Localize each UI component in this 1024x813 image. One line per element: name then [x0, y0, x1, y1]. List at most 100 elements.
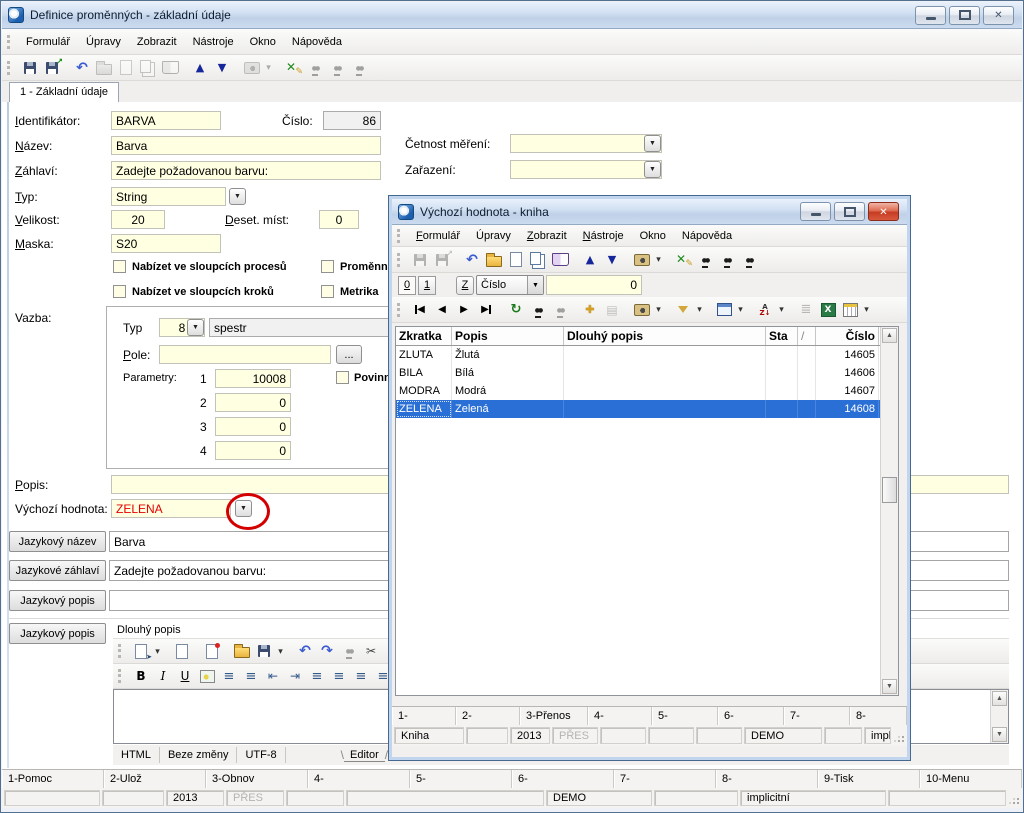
- editor-scroll-down-icon[interactable]: ▼: [992, 727, 1007, 742]
- grid-find-next-icon[interactable]: [550, 300, 570, 320]
- checkbox-metrika[interactable]: [321, 285, 334, 298]
- identifikator-field[interactable]: BARVA: [111, 111, 221, 130]
- fkey-6[interactable]: 6-: [512, 770, 614, 788]
- cell-dlouhy[interactable]: [564, 382, 766, 400]
- dialog-snapshot-icon[interactable]: [632, 250, 652, 270]
- move-down-icon[interactable]: [212, 58, 232, 78]
- filter-tab-0[interactable]: 0: [398, 276, 416, 295]
- dialog-find-icon[interactable]: [695, 250, 715, 270]
- tab-zakladni-udaje[interactable]: 1 - Základní údaje: [9, 82, 119, 103]
- fkey-2[interactable]: 2-Ulož: [104, 770, 206, 788]
- fkey-8[interactable]: 8-: [716, 770, 818, 788]
- dialog-titlebar[interactable]: Výchozí hodnota - kniha: [392, 199, 907, 225]
- numbered-list-icon[interactable]: [219, 666, 239, 686]
- grid-find-icon[interactable]: [528, 300, 548, 320]
- excel-export-icon[interactable]: [818, 300, 838, 320]
- editor-redo-icon[interactable]: [317, 641, 337, 661]
- dialog-find-previous-icon[interactable]: [739, 250, 759, 270]
- add-record-icon[interactable]: [580, 300, 600, 320]
- menu-upravy[interactable]: Úpravy: [78, 33, 129, 51]
- dialog-new-icon[interactable]: [506, 250, 526, 270]
- maska-field[interactable]: S20: [111, 234, 221, 253]
- sort-az-icon[interactable]: [755, 300, 775, 320]
- cell-zkratka[interactable]: ZELENA: [396, 400, 452, 418]
- book-icon[interactable]: [160, 58, 180, 78]
- dialog-move-down-icon[interactable]: [602, 250, 622, 270]
- outdent-icon[interactable]: [263, 666, 283, 686]
- menu-napoveda[interactable]: Nápověda: [284, 33, 350, 51]
- editor-new-icon[interactable]: [172, 641, 192, 661]
- filter-funnel-icon[interactable]: [673, 300, 693, 320]
- dialog-copy-icon[interactable]: [528, 250, 548, 270]
- list-icon[interactable]: [796, 300, 816, 320]
- cell-sort[interactable]: [798, 400, 816, 418]
- typ-dropdown-button[interactable]: [229, 188, 246, 205]
- header-cislo[interactable]: Číslo: [816, 327, 879, 345]
- fkey-4[interactable]: 4-: [308, 770, 410, 788]
- cell-popis[interactable]: Modrá: [452, 382, 564, 400]
- fkey-7[interactable]: 7-: [614, 770, 716, 788]
- dialog-menu-okno[interactable]: Okno: [632, 227, 674, 245]
- dialog-fkey-5[interactable]: 5-: [652, 707, 718, 725]
- nazev-field[interactable]: Barva: [111, 136, 381, 155]
- cell-popis[interactable]: Zelená: [452, 400, 564, 418]
- main-titlebar[interactable]: Definice proměnných - základní údaje: [2, 2, 1022, 29]
- editor-find-icon[interactable]: [339, 641, 359, 661]
- find-icon[interactable]: [305, 58, 325, 78]
- table-row[interactable]: ZLUTA Žlutá 14605: [396, 346, 898, 364]
- next-record-icon[interactable]: ▶: [454, 300, 474, 320]
- dialog-save-icon[interactable]: [410, 250, 430, 270]
- editor-tab[interactable]: \ Editor /: [341, 748, 388, 762]
- cell-cislo[interactable]: 14606: [816, 364, 879, 382]
- jazykovy-nazev-button[interactable]: Jazykový název: [9, 531, 106, 552]
- snapshot-dropdown-icon[interactable]: [264, 62, 273, 73]
- checkbox-sloupce-kroku[interactable]: [113, 285, 126, 298]
- checkbox-sloupce-procesu[interactable]: [113, 260, 126, 273]
- vychozi-hodnota-field[interactable]: ZELENA: [111, 499, 231, 518]
- menu-zobrazit[interactable]: Zobrazit: [129, 33, 185, 51]
- dialog-move-up-icon[interactable]: [580, 250, 600, 270]
- copy-icon[interactable]: [138, 58, 158, 78]
- dialog-menu-zobrazit[interactable]: Zobrazit: [519, 227, 575, 245]
- previous-record-icon[interactable]: ◀: [432, 300, 452, 320]
- cell-zkratka[interactable]: MODRA: [396, 382, 452, 400]
- param-1-field[interactable]: 10008: [215, 369, 291, 388]
- dialog-book-icon[interactable]: [550, 250, 570, 270]
- jazykovy-dlouhy-popis-button[interactable]: Jazykový popis: [9, 623, 106, 644]
- fkey-9[interactable]: 9-Tisk: [818, 770, 920, 788]
- find-previous-icon[interactable]: [349, 58, 369, 78]
- editor-undo-icon[interactable]: [295, 641, 315, 661]
- first-record-icon[interactable]: ◀: [410, 300, 430, 320]
- cetnost-field[interactable]: [510, 134, 662, 153]
- header-sta[interactable]: Sta: [766, 327, 798, 345]
- cell-sort[interactable]: [798, 364, 816, 382]
- cell-sta[interactable]: [766, 364, 798, 382]
- align-left-icon[interactable]: [307, 666, 327, 686]
- dialog-fkey-3[interactable]: 3-Přenos: [520, 707, 588, 725]
- dialog-fkey-6[interactable]: 6-: [718, 707, 784, 725]
- velikost-field[interactable]: 20: [111, 210, 165, 229]
- cell-cislo[interactable]: 14607: [816, 382, 879, 400]
- param-3-field[interactable]: 0: [215, 417, 291, 436]
- cell-zkratka[interactable]: ZLUTA: [396, 346, 452, 364]
- refresh-icon[interactable]: [506, 300, 526, 320]
- dialog-close-button[interactable]: [868, 202, 899, 221]
- table-row[interactable]: MODRA Modrá 14607: [396, 382, 898, 400]
- vazba-typ-dropdown-button[interactable]: [187, 319, 204, 336]
- indent-icon[interactable]: [285, 666, 305, 686]
- header-dlouhy-popis[interactable]: Dlouhý popis: [564, 327, 766, 345]
- filter-combo-dropdown-icon[interactable]: [527, 276, 543, 294]
- dialog-find-next-icon[interactable]: [717, 250, 737, 270]
- italic-icon[interactable]: [153, 666, 173, 686]
- deset-mist-field[interactable]: 0: [319, 210, 359, 229]
- dialog-fkey-7[interactable]: 7-: [784, 707, 850, 725]
- table-row[interactable]: BILA Bílá 14606: [396, 364, 898, 382]
- param-4-field[interactable]: 0: [215, 441, 291, 460]
- jazykovy-popis-button[interactable]: Jazykový popis: [9, 590, 106, 611]
- save-as-icon[interactable]: ↗: [42, 58, 62, 78]
- editor-save-icon[interactable]: [254, 641, 274, 661]
- doc-select-dropdown-icon[interactable]: [153, 646, 162, 657]
- editor-edit-icon[interactable]: [202, 641, 222, 661]
- editor-save-dropdown-icon[interactable]: [276, 646, 285, 657]
- cell-sta[interactable]: [766, 382, 798, 400]
